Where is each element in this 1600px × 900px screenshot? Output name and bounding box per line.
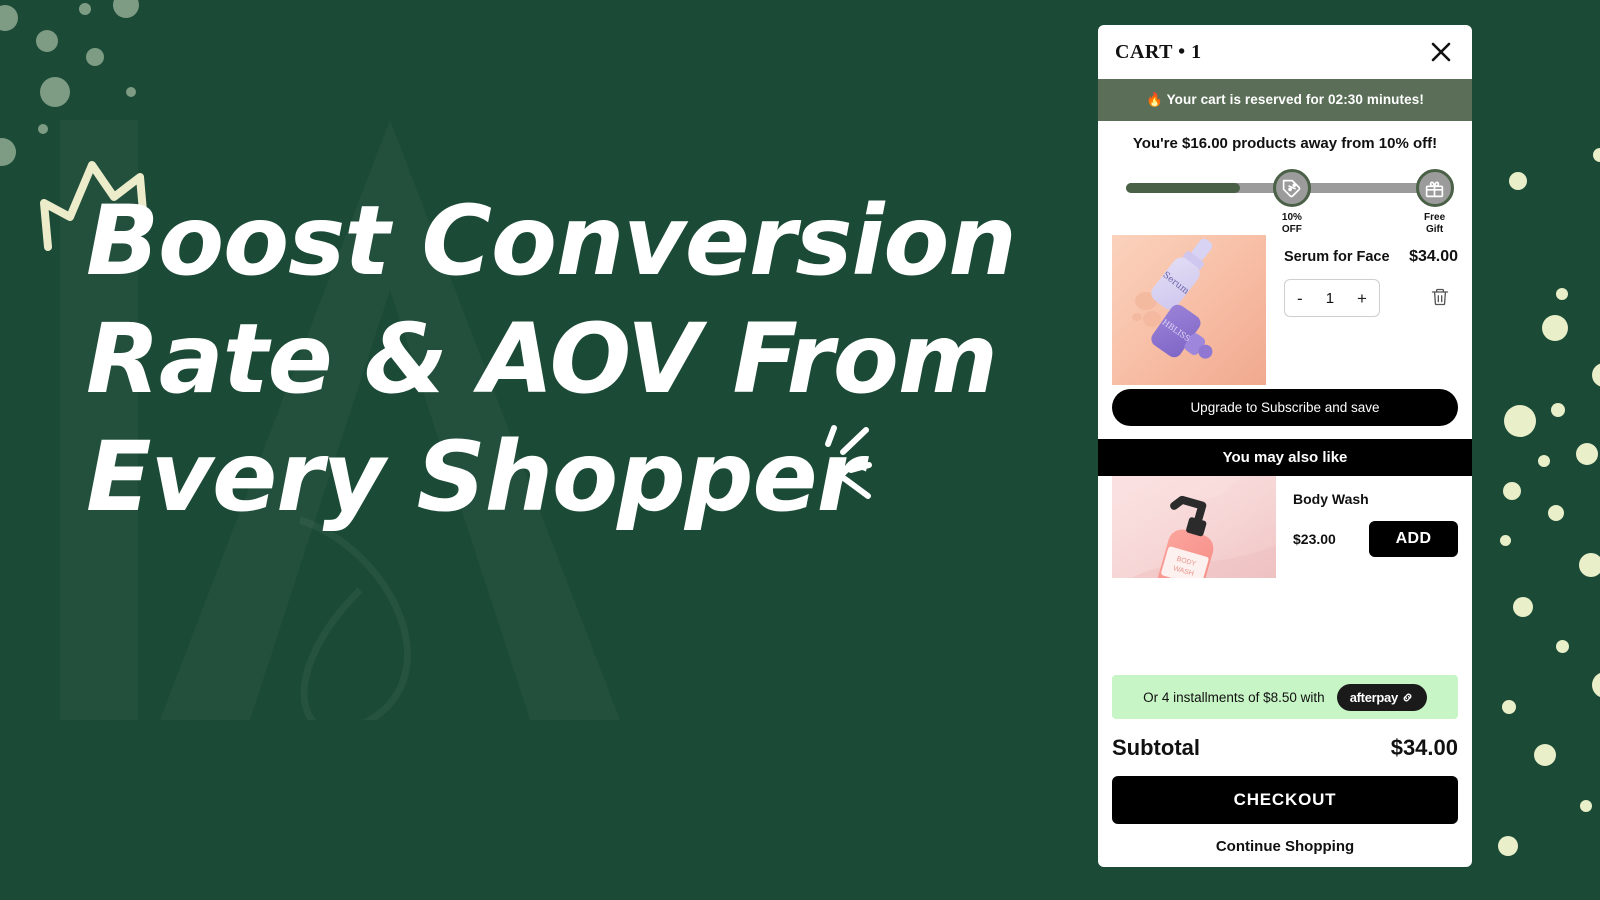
subtotal-value: $34.00: [1390, 735, 1458, 760]
decor-dot: [1551, 403, 1565, 417]
decor-dot: [0, 138, 16, 166]
milestone-discount[interactable]: 10% OFF: [1272, 169, 1311, 235]
headline-line-2: Rate & AOV From: [86, 303, 998, 415]
page-title: Boost Conversion Rate & AOV From Every S…: [86, 182, 1046, 536]
decor-dot: [36, 30, 58, 52]
cart-footer: Or 4 installments of $8.50 with afterpay…: [1098, 675, 1472, 867]
cart-header: CART • 1: [1098, 25, 1472, 79]
decor-dot: [40, 77, 70, 107]
milestone-free-gift[interactable]: Free Gift: [1415, 169, 1454, 235]
product-image-serum[interactable]: Serum HBLISS: [1112, 235, 1266, 385]
discount-tag-icon: [1272, 169, 1311, 207]
decor-dot: [1592, 363, 1600, 387]
subtotal-row: Subtotal $34.00: [1098, 719, 1472, 761]
decor-dot: [1538, 455, 1550, 467]
continue-shopping-link[interactable]: Continue Shopping: [1098, 838, 1472, 863]
decor-dot: [79, 3, 91, 15]
reward-progress-bar: 10% OFF Free Gift: [1112, 169, 1458, 235]
recommendation-item: BODY WASH Body Wash $23.00 ADD: [1098, 476, 1472, 578]
decor-dot: [1534, 744, 1556, 766]
quantity-increment-button[interactable]: +: [1357, 290, 1367, 307]
recommendation-title: Body Wash: [1293, 491, 1369, 507]
decor-dot: [1504, 405, 1536, 437]
cart-reservation-notice: 🔥 Your cart is reserved for 02:30 minute…: [1098, 79, 1472, 121]
decor-dot: [113, 0, 139, 18]
decor-dot: [1556, 288, 1568, 300]
close-icon[interactable]: [1428, 39, 1454, 65]
decor-dot: [1503, 482, 1521, 500]
headline-line-1: Boost Conversion: [86, 185, 1017, 297]
quantity-decrement-button[interactable]: -: [1297, 290, 1303, 307]
decor-dot: [1579, 553, 1600, 577]
decor-dot: [86, 48, 104, 66]
milestone-discount-label: 10% OFF: [1281, 212, 1302, 235]
promo-banner-canvas: Boost Conversion Rate & AOV From Every S…: [0, 0, 1600, 900]
decor-dot: [1556, 640, 1569, 653]
trash-icon[interactable]: [1430, 287, 1452, 309]
recommendations-heading: You may also like: [1098, 439, 1472, 476]
decor-dot: [1542, 315, 1568, 341]
decor-dot: [1576, 443, 1598, 465]
quantity-stepper[interactable]: - 1 +: [1284, 279, 1380, 317]
cart-item-title: Serum for Face: [1284, 249, 1390, 265]
decor-dot: [1509, 172, 1527, 190]
decor-dot: [38, 124, 48, 134]
checkout-button[interactable]: CHECKOUT: [1112, 776, 1458, 824]
reward-progress-block: You're $16.00 products away from 10% off…: [1098, 121, 1472, 235]
upgrade-subscribe-button[interactable]: Upgrade to Subscribe and save: [1112, 389, 1458, 426]
progress-fill: [1126, 183, 1241, 193]
reward-progress-message: You're $16.00 products away from 10% off…: [1132, 135, 1438, 152]
decor-dot: [1502, 700, 1516, 714]
afterpay-wordmark: afterpay: [1349, 689, 1398, 705]
subtotal-label: Subtotal: [1112, 735, 1200, 760]
product-image-body-wash[interactable]: BODY WASH: [1112, 476, 1276, 578]
add-to-cart-button[interactable]: ADD: [1369, 521, 1458, 557]
cart-drawer: CART • 1 🔥 Your cart is reserved for 02:…: [1098, 25, 1472, 867]
recommendation-price: $23.00: [1293, 531, 1336, 547]
decor-dot: [1548, 505, 1564, 521]
recommendation-details: Body Wash $23.00 ADD: [1276, 476, 1472, 578]
quantity-value: 1: [1325, 289, 1335, 307]
decor-dot: [1593, 148, 1600, 162]
cart-line-item: Serum HBLISS Serum for Face $34.00 - 1 +: [1098, 235, 1472, 385]
decor-dot: [0, 5, 18, 31]
decor-dot: [1580, 800, 1592, 812]
afterpay-banner[interactable]: Or 4 installments of $8.50 with afterpay: [1112, 675, 1458, 719]
decor-dot: [1513, 597, 1533, 617]
cart-item-details: Serum for Face $34.00 - 1 +: [1266, 235, 1472, 385]
afterpay-text: Or 4 installments of $8.50 with: [1143, 689, 1325, 705]
decor-dot: [1498, 836, 1518, 856]
cart-item-price: $34.00: [1409, 248, 1458, 265]
headline-line-3: Every Shopper: [86, 421, 864, 533]
decor-dot: [126, 87, 136, 97]
gift-icon: [1415, 169, 1454, 207]
cart-title: CART • 1: [1115, 40, 1202, 63]
afterpay-logo: afterpay: [1336, 683, 1427, 711]
milestone-free-gift-label: Free Gift: [1424, 212, 1446, 235]
decor-dot: [1592, 672, 1600, 698]
decor-dot: [1500, 535, 1511, 546]
